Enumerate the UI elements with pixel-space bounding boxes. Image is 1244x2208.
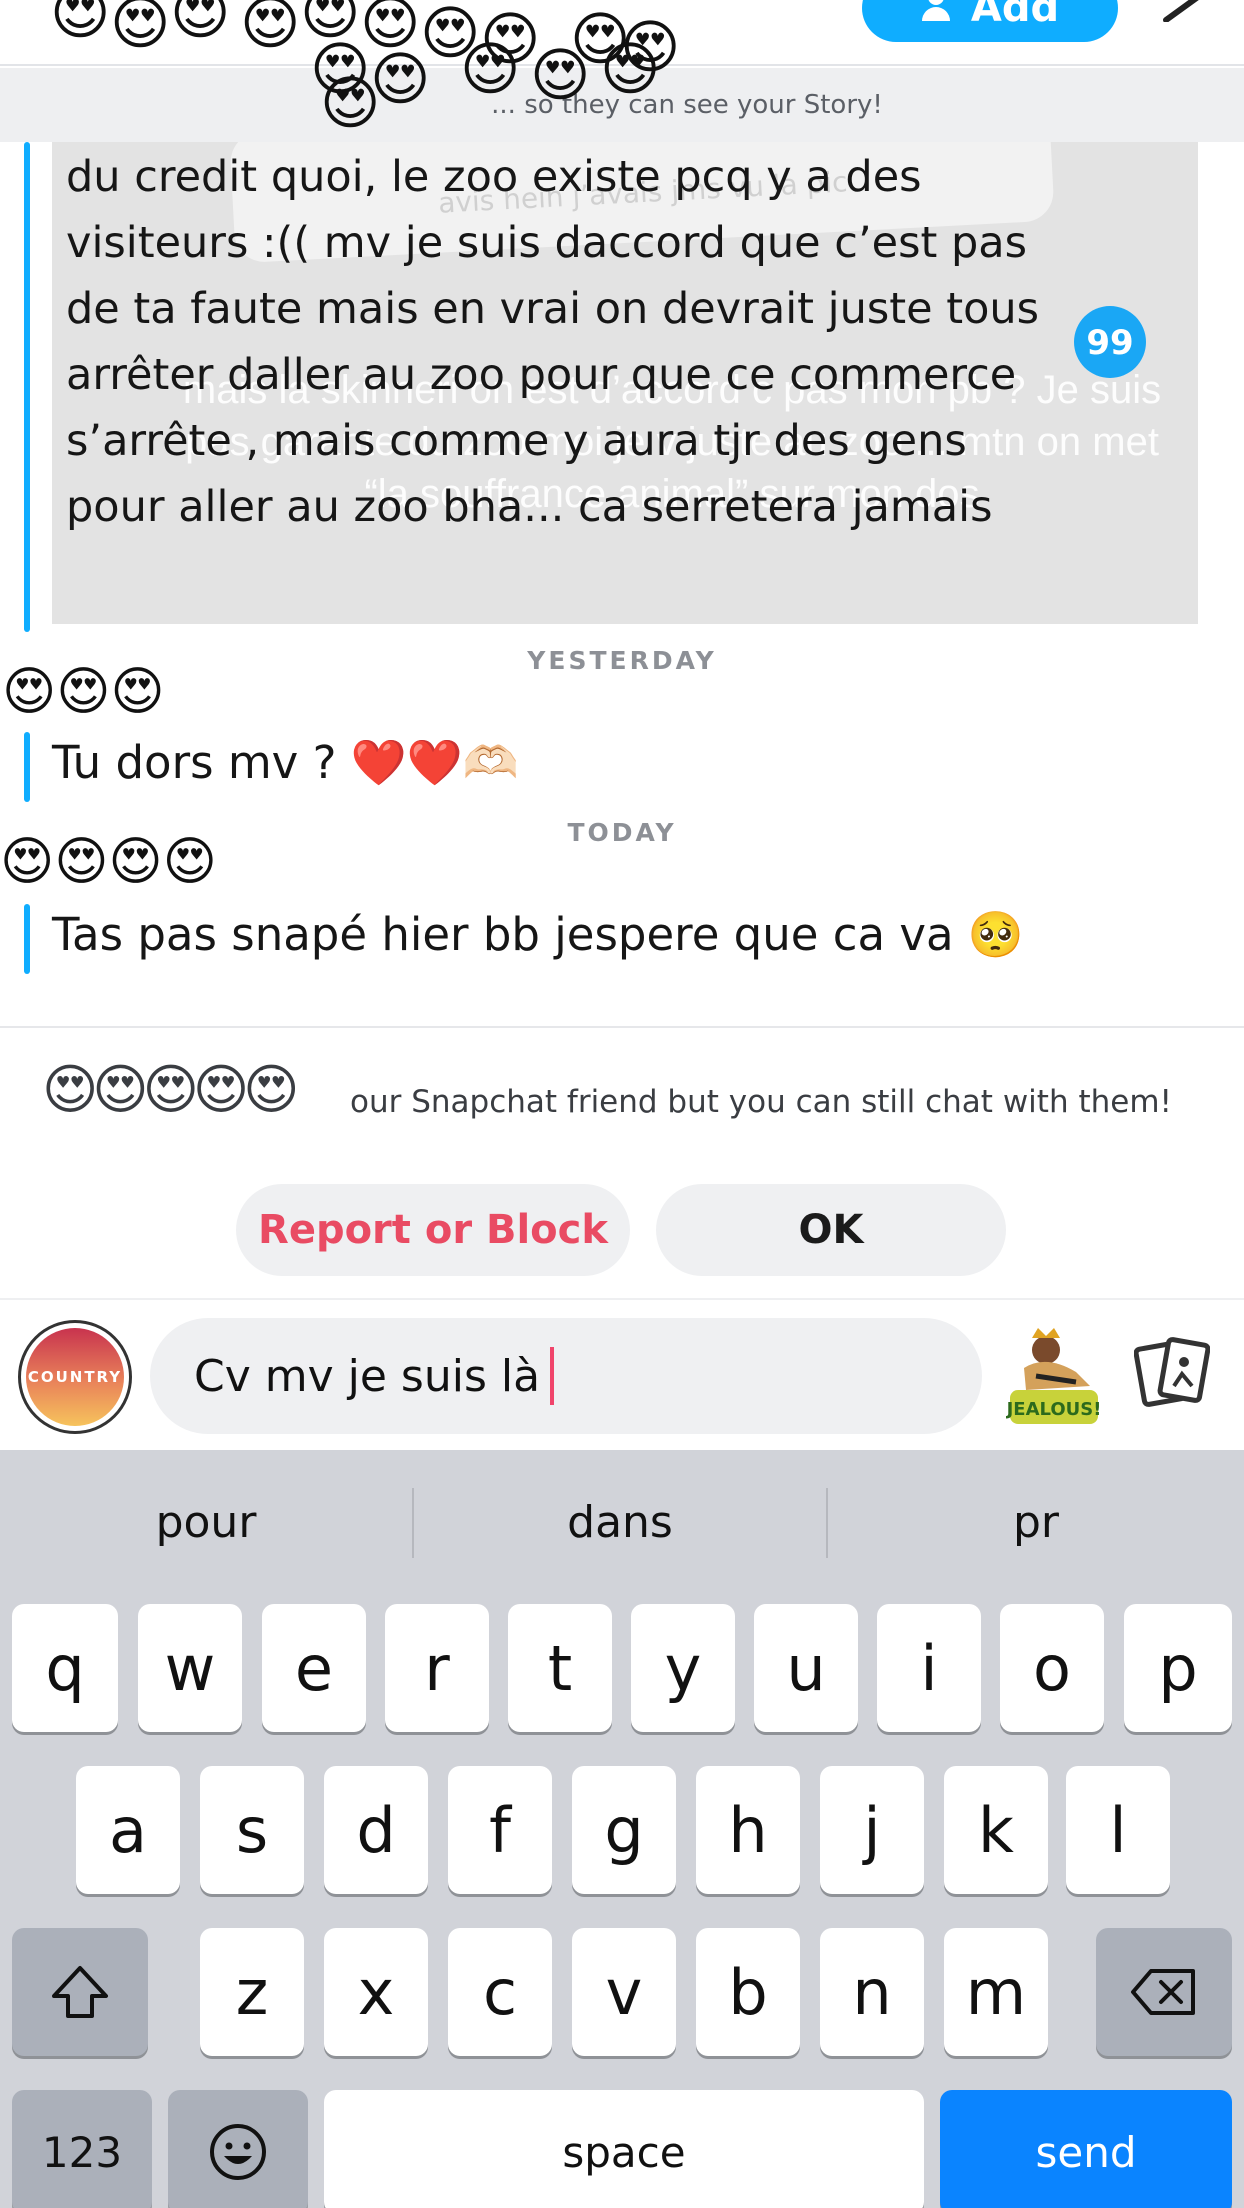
notice-emojis: 😍😍😍😍😍 <box>42 1058 299 1121</box>
shift-icon <box>52 1966 108 2018</box>
chat-thread[interactable]: avis hein j’avais jms vu la pic mais la … <box>0 142 1244 1276</box>
keyboard: pour dans pr q w e r t y u i o p a s d f… <box>0 1450 1244 2208</box>
emoji-sticker-cluster: 😍 😍 😍 😍 😍 😍 😍 😍 😍 😍 😍 😍 😍 😍 😍 😍 <box>50 0 681 137</box>
key-y[interactable]: y <box>631 1604 735 1732</box>
suggestion-bar: pour dans pr <box>0 1450 1244 1594</box>
quote-icon-glyph: 99 <box>1086 323 1134 363</box>
quote-bar <box>24 142 30 632</box>
suggestion-3[interactable]: pr <box>828 1450 1244 1594</box>
text-caret <box>550 1347 555 1405</box>
day-separator-yesterday: YESTERDAY <box>527 646 717 675</box>
add-button-label: Add <box>970 0 1060 31</box>
key-e[interactable]: e <box>262 1604 366 1732</box>
key-a[interactable]: a <box>76 1766 180 1894</box>
emoji-icon <box>210 2124 266 2180</box>
key-b[interactable]: b <box>696 1928 800 2056</box>
key-c[interactable]: c <box>448 1928 552 2056</box>
message-input-value: Cv mv je suis là <box>194 1350 541 1402</box>
person-add-icon <box>921 0 951 23</box>
key-i[interactable]: i <box>877 1604 981 1732</box>
key-k[interactable]: k <box>944 1766 1048 1894</box>
key-s[interactable]: s <box>200 1766 304 1894</box>
shift-key[interactable] <box>12 1928 148 2056</box>
sender-emojis: 😍😍😍😍 <box>0 832 217 892</box>
avatar[interactable]: COUNTRY <box>18 1320 132 1434</box>
report-or-block-button[interactable]: Report or Block <box>236 1184 630 1276</box>
key-p[interactable]: p <box>1124 1604 1232 1732</box>
report-label: Report or Block <box>258 1207 608 1253</box>
add-friend-button[interactable]: Add <box>862 0 1118 42</box>
key-o[interactable]: o <box>1000 1604 1104 1732</box>
message-bar <box>24 732 30 802</box>
suggestion-1[interactable]: pour <box>0 1450 412 1594</box>
send-key[interactable]: send <box>940 2090 1232 2208</box>
key-t[interactable]: t <box>508 1604 612 1732</box>
message-bar <box>24 904 30 974</box>
backspace-icon <box>1131 1969 1195 2015</box>
key-w[interactable]: w <box>138 1604 242 1732</box>
key-g[interactable]: g <box>572 1766 676 1894</box>
key-r[interactable]: r <box>385 1604 489 1732</box>
sender-name: 😍😍😍😍 <box>0 832 217 892</box>
quoted-message-text: du credit quoi, le zoo existe pcq y a de… <box>66 152 1040 532</box>
backspace-key[interactable] <box>1096 1928 1232 2056</box>
composer: COUNTRY Cv mv je suis là JEALOUS! <box>0 1298 1244 1450</box>
space-key[interactable]: space <box>324 2090 924 2208</box>
key-x[interactable]: x <box>324 1928 428 2056</box>
notice-text: our Snapchat friend but you can still ch… <box>350 1084 1172 1120</box>
key-h[interactable]: h <box>696 1766 800 1894</box>
quote-icon[interactable]: 99 <box>1074 306 1146 378</box>
bitmoji-text: JEALOUS! <box>1006 1399 1101 1420</box>
emoji-key[interactable] <box>168 2090 308 2208</box>
edit-icon[interactable] <box>1162 0 1206 22</box>
key-l[interactable]: l <box>1066 1766 1170 1894</box>
suggestion-2[interactable]: dans <box>414 1450 826 1594</box>
sender-name: 😍😍😍 <box>2 662 165 722</box>
key-n[interactable]: n <box>820 1928 924 2056</box>
key-f[interactable]: f <box>448 1766 552 1894</box>
ok-label: OK <box>798 1207 864 1253</box>
key-q[interactable]: q <box>12 1604 118 1732</box>
key-d[interactable]: d <box>324 1766 428 1894</box>
key-m[interactable]: m <box>944 1928 1048 2056</box>
key-j[interactable]: j <box>820 1766 924 1894</box>
chat-message[interactable]: Tu dors mv ? ❤️❤️🫶🏻 <box>52 736 519 789</box>
chat-message[interactable]: Tas pas snapé hier bb jespere que ca va … <box>52 908 1024 961</box>
message-input[interactable]: Cv mv je suis là <box>150 1318 982 1434</box>
divider <box>0 1026 1244 1028</box>
key-v[interactable]: v <box>572 1928 676 2056</box>
quoted-snap[interactable]: avis hein j’avais jms vu la pic mais la … <box>52 142 1198 624</box>
sticker-icon[interactable] <box>1134 1336 1210 1412</box>
avatar-image: COUNTRY <box>26 1328 124 1426</box>
key-u[interactable]: u <box>754 1604 858 1732</box>
key-z[interactable]: z <box>200 1928 304 2056</box>
bitmoji-sticker-icon[interactable]: JEALOUS! <box>1006 1324 1102 1432</box>
ok-button[interactable]: OK <box>656 1184 1006 1276</box>
sender-emojis: 😍😍😍 <box>2 662 165 722</box>
numbers-key[interactable]: 123 <box>12 2090 152 2208</box>
